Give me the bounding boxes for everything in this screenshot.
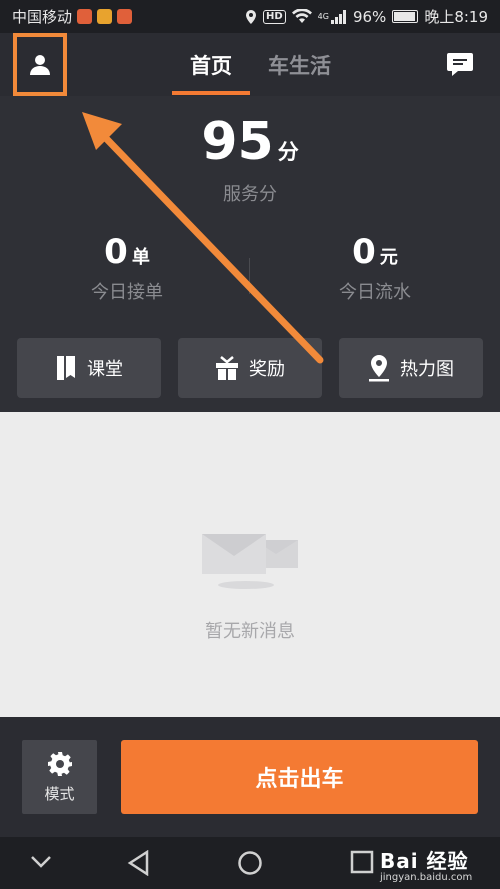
watermark-url: jingyan.baidu.com xyxy=(380,872,473,883)
empty-mail-icon xyxy=(202,534,298,589)
today-income: 0元 今日流水 xyxy=(275,232,475,304)
orders-unit: 单 xyxy=(131,247,150,268)
income-label: 今日流水 xyxy=(339,282,411,303)
message-icon[interactable] xyxy=(446,51,474,77)
empty-message-text: 暂无新消息 xyxy=(205,621,295,642)
signal-icon xyxy=(330,9,346,24)
book-icon xyxy=(57,356,75,380)
battery-percent: 96% xyxy=(352,7,387,26)
status-bar: 中国移动 HD 4G 96% 晚上8:19 xyxy=(0,0,500,33)
tab-home[interactable]: 首页 xyxy=(172,33,250,96)
watermark-brand: Bai 经验 xyxy=(380,849,469,873)
profile-button[interactable] xyxy=(13,33,67,96)
orders-value: 0 xyxy=(104,232,128,272)
back-icon[interactable] xyxy=(127,850,151,876)
message-list: 暂无新消息 xyxy=(0,412,500,717)
service-score: 95 分 xyxy=(0,112,500,172)
reward-label: 奖励 xyxy=(249,359,285,380)
classroom-button[interactable]: 课堂 xyxy=(17,338,161,398)
score-unit: 分 xyxy=(277,140,299,164)
stats-panel: 95 分 服务分 0单 今日接单 0元 今日流水 课堂 奖励 热力图 xyxy=(0,96,500,412)
today-orders: 0单 今日接单 xyxy=(27,232,227,304)
gift-icon xyxy=(216,356,238,380)
start-driving-button[interactable]: 点击出车 xyxy=(121,740,478,814)
user-icon xyxy=(30,54,50,75)
divider xyxy=(249,258,250,294)
notification-app-icon xyxy=(117,9,133,24)
income-value: 0 xyxy=(352,232,376,272)
notification-app-icon xyxy=(97,9,113,24)
baidu-watermark: Bai 经验 jingyan.baidu.com xyxy=(380,845,472,883)
score-value: 95 xyxy=(201,112,274,172)
classroom-label: 课堂 xyxy=(87,359,123,380)
hd-badge: HD xyxy=(263,9,286,24)
heatmap-button[interactable]: 热力图 xyxy=(339,338,483,398)
clock: 晚上8:19 xyxy=(424,8,488,26)
location-pin-icon xyxy=(369,355,389,382)
app-header: 首页 车生活 xyxy=(0,33,500,96)
network-type: 4G xyxy=(317,12,329,21)
chevron-down-icon[interactable] xyxy=(30,855,52,869)
orders-label: 今日接单 xyxy=(91,282,163,303)
wifi-icon xyxy=(291,9,312,23)
income-unit: 元 xyxy=(379,247,398,268)
mode-button[interactable]: 模式 xyxy=(22,740,97,814)
heatmap-label: 热力图 xyxy=(400,359,454,380)
score-label: 服务分 xyxy=(223,184,277,205)
location-icon xyxy=(246,9,256,24)
bottom-action-bar: 模式 点击出车 xyxy=(0,717,500,837)
carrier-name: 中国移动 xyxy=(12,8,73,26)
recents-icon[interactable] xyxy=(350,850,374,874)
main-tabs: 首页 车生活 xyxy=(172,33,349,96)
gear-icon xyxy=(47,751,72,776)
notification-app-icon xyxy=(77,9,93,24)
battery-icon xyxy=(392,10,419,23)
mode-label: 模式 xyxy=(44,784,75,803)
reward-button[interactable]: 奖励 xyxy=(178,338,322,398)
tab-car-life[interactable]: 车生活 xyxy=(250,33,349,96)
home-icon[interactable] xyxy=(237,850,263,876)
